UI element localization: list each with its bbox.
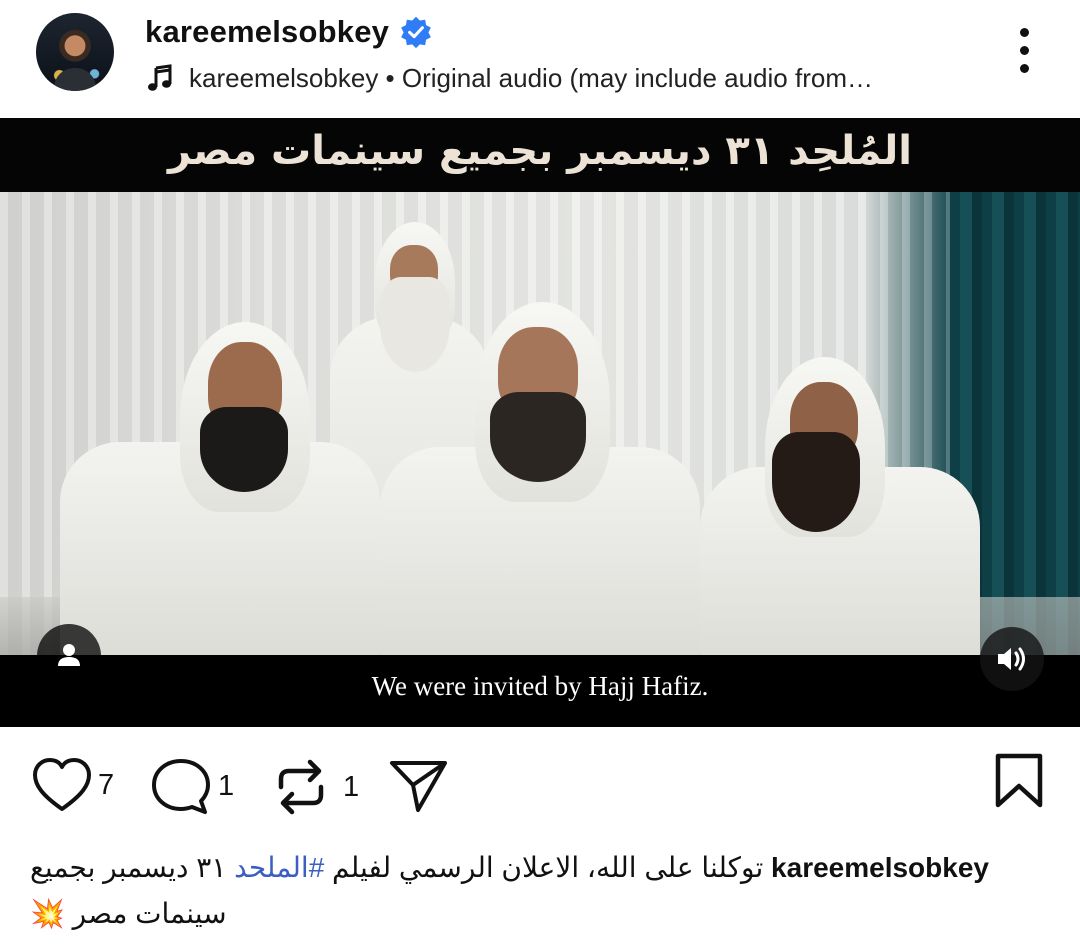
- user-tag-icon: [58, 644, 80, 666]
- user-tag-button[interactable]: [37, 624, 101, 688]
- video-player[interactable]: المُلحِد ٣١ ديسمبر بجميع سينمات مصر We w…: [0, 118, 1080, 727]
- caption-emoji: 💥: [30, 898, 65, 929]
- comment-count: 1: [218, 769, 235, 802]
- person-center: [380, 302, 700, 655]
- verified-badge-icon: [401, 16, 431, 49]
- video-frame: [0, 192, 1080, 655]
- music-note-icon: [148, 64, 172, 91]
- username[interactable]: kareemelsobkey: [145, 14, 389, 50]
- bookmark-icon: [995, 753, 1043, 808]
- like-button[interactable]: 7: [32, 757, 114, 813]
- post-header: kareemelsobkey kareemelsobkey • Original…: [0, 0, 1080, 118]
- banner-text: المُلحِد ٣١ ديسمبر بجميع سينمات مصر: [168, 128, 912, 174]
- like-count: 7: [98, 768, 115, 801]
- repost-count: 1: [343, 770, 360, 803]
- username-row: kareemelsobkey: [145, 10, 433, 54]
- caption-hashtag[interactable]: #الملحد: [234, 852, 324, 883]
- video-subtitle: We were invited by Hajj Hafiz.: [371, 671, 709, 701]
- audio-label: kareemelsobkey • Original audio (may inc…: [189, 62, 873, 93]
- person-left: [60, 322, 380, 655]
- caption-username[interactable]: kareemelsobkey: [771, 852, 989, 883]
- action-bar: 7 1 1: [0, 727, 1080, 847]
- comment-button[interactable]: 1: [150, 757, 234, 815]
- person-right: [700, 357, 980, 655]
- post-caption: kareemelsobkey توكلنا على الله، الاعلان …: [30, 845, 1020, 937]
- caption-text-start: توكلنا على الله، الاعلان الرسمي لفيلم: [324, 852, 764, 883]
- share-icon: [390, 761, 447, 812]
- repost-button[interactable]: 1: [273, 757, 359, 817]
- video-banner: المُلحِد ٣١ ديسمبر بجميع سينمات مصر: [0, 118, 1080, 192]
- comment-icon: [152, 759, 210, 814]
- more-options-icon[interactable]: [1008, 28, 1040, 76]
- heart-icon: [33, 758, 91, 811]
- bookmark-button[interactable]: [992, 753, 1046, 809]
- share-button[interactable]: [388, 757, 450, 815]
- avatar[interactable]: [36, 13, 114, 91]
- repost-icon: [278, 759, 324, 815]
- sound-toggle-button[interactable]: [980, 627, 1044, 691]
- sound-on-icon: [998, 647, 1025, 671]
- audio-row[interactable]: kareemelsobkey • Original audio (may inc…: [145, 58, 873, 98]
